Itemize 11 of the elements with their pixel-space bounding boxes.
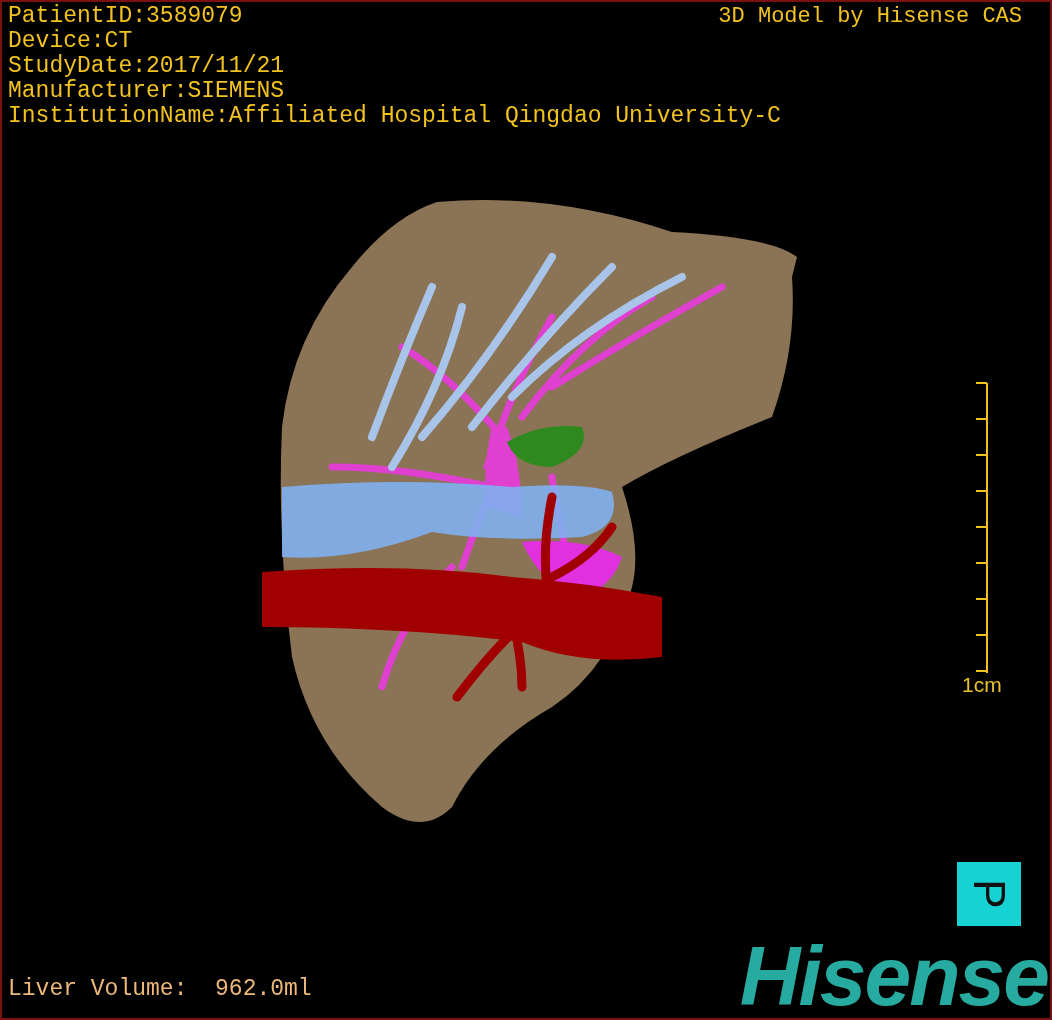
viewport-title: 3D Model by Hisense CAS: [718, 4, 1022, 29]
scale-bar-icon: [974, 382, 989, 674]
liver-volume-text: Liver Volume: 962.0ml: [8, 977, 312, 1002]
dicom-info-text: PatientID:3589079: [8, 4, 243, 29]
orientation-marker: P: [957, 862, 1021, 926]
dicom-info-text: Manufacturer:SIEMENS: [8, 79, 285, 104]
scale-label: 1cm: [962, 674, 1002, 696]
dicom-info-text: Device:CT: [8, 29, 133, 54]
logo: Hisense: [739, 936, 1048, 1016]
dicom-info-text: StudyDate:2017/11/21: [8, 54, 285, 79]
dicom-info-text: InstitutionName:Affiliated Hospital Qingdao University-C: [8, 104, 781, 129]
